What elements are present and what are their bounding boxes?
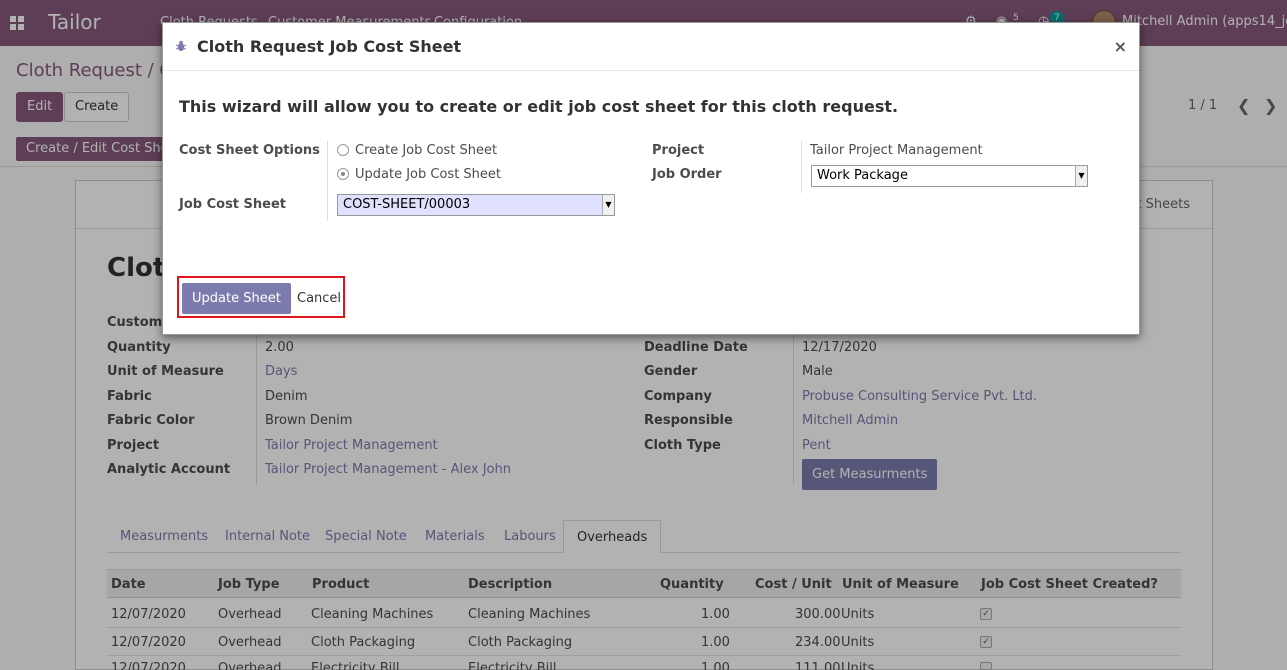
job-order-select-value: Work Package	[817, 168, 908, 183]
create-job-cost-sheet-radio[interactable]	[337, 144, 349, 156]
bug-icon	[175, 40, 187, 51]
project-value[interactable]: Tailor Project Management	[810, 143, 983, 158]
update-job-cost-sheet-label[interactable]: Update Job Cost Sheet	[355, 167, 501, 182]
job-cost-sheet-select[interactable]: COST-SHEET/00003 ▼	[337, 194, 615, 216]
dialog-title: Cloth Request Job Cost Sheet	[197, 37, 462, 56]
job-cost-sheet-select-value: COST-SHEET/00003	[343, 197, 471, 212]
project-label: Project	[652, 143, 705, 158]
chevron-down-icon[interactable]: ▼	[602, 195, 614, 215]
chevron-down-icon[interactable]: ▼	[1075, 166, 1087, 186]
job-order-label: Job Order	[652, 167, 722, 182]
update-job-cost-sheet-radio[interactable]	[337, 168, 349, 180]
dialog-header: Cloth Request Job Cost Sheet ×	[163, 23, 1139, 71]
close-icon[interactable]: ×	[1114, 37, 1127, 56]
create-job-cost-sheet-label[interactable]: Create Job Cost Sheet	[355, 143, 497, 158]
job-cost-sheet-dialog: Cloth Request Job Cost Sheet × This wiza…	[162, 22, 1140, 335]
wizard-intro-text: This wizard will allow you to create or …	[179, 97, 899, 116]
update-sheet-button[interactable]: Update Sheet	[182, 283, 291, 314]
dialog-left-separator	[327, 141, 328, 221]
cost-sheet-options-label: Cost Sheet Options	[179, 143, 320, 158]
cancel-button[interactable]: Cancel	[287, 283, 351, 314]
job-cost-sheet-label: Job Cost Sheet	[179, 197, 287, 212]
dialog-right-separator	[801, 141, 802, 193]
job-order-select[interactable]: Work Package ▼	[811, 165, 1088, 187]
